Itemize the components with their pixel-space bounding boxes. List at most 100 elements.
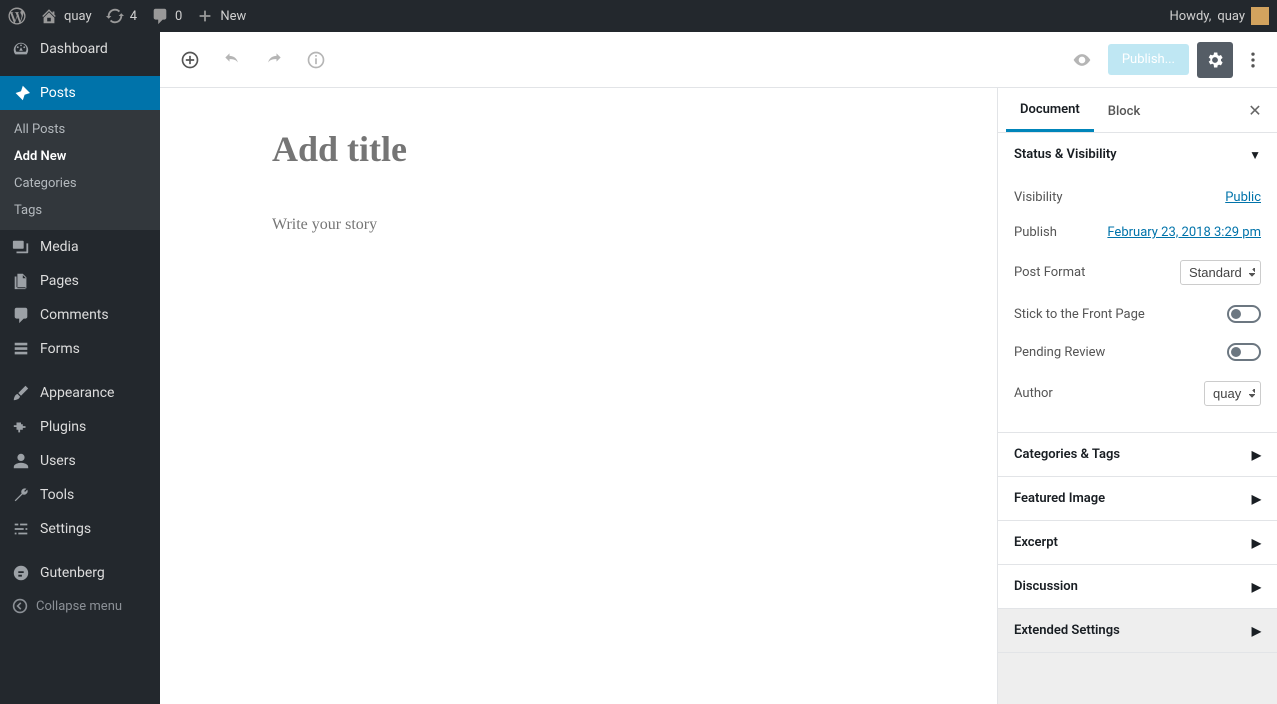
new-label: New [220,9,246,24]
sidebar-label: Users [40,453,76,469]
sidebar-label: Media [40,239,79,255]
gear-icon [1205,50,1225,70]
sidebar-item-pages[interactable]: Pages [0,264,160,298]
sidebar-item-plugins[interactable]: Plugins [0,410,160,444]
preview-button[interactable] [1064,42,1100,78]
comment-icon [12,306,30,324]
sidebar-label: Settings [40,521,91,537]
tab-block[interactable]: Block [1094,90,1154,131]
undo-icon [222,50,242,70]
close-inspector-button[interactable]: ✕ [1241,96,1269,124]
submenu-add-new[interactable]: Add New [0,143,160,170]
publish-date-value[interactable]: February 23, 2018 3:29 pm [1107,225,1261,240]
chevron-right-icon: ▶ [1252,624,1261,638]
tab-document[interactable]: Document [1006,88,1094,132]
collapse-menu[interactable]: Collapse menu [0,590,160,622]
settings-toggle-button[interactable] [1197,42,1233,78]
post-format-label: Post Format [1014,265,1085,280]
panel-header-discussion[interactable]: Discussion ▶ [998,565,1277,608]
howdy[interactable]: Howdy, quay [1169,7,1269,25]
comments-bar[interactable]: 0 [151,7,182,25]
more-menu-button[interactable] [1241,42,1265,78]
sidebar-item-tools[interactable]: Tools [0,478,160,512]
comment-icon [151,7,169,25]
panel-header-excerpt[interactable]: Excerpt ▶ [998,521,1277,564]
panel-extended-settings: Extended Settings ▶ [998,609,1277,653]
panel-categories-tags: Categories & Tags ▶ [998,433,1277,477]
sidebar-item-gutenberg[interactable]: Gutenberg [0,556,160,590]
add-block-button[interactable] [172,42,208,78]
gutenberg-icon [12,564,30,582]
sidebar-item-appearance[interactable]: Appearance [0,376,160,410]
panel-title: Featured Image [1014,491,1105,506]
updates[interactable]: 4 [106,7,137,25]
avatar [1251,7,1269,25]
site-name[interactable]: quay [40,7,92,25]
panel-header-status[interactable]: Status & Visibility ▼ [998,133,1277,176]
admin-sidebar: Dashboard Posts All Posts Add New Catego… [0,32,160,704]
inspector-tabs: Document Block ✕ [998,88,1277,133]
sidebar-item-forms[interactable]: Forms [0,332,160,366]
wrench-icon [12,486,30,504]
sliders-icon [12,520,30,538]
sidebar-item-media[interactable]: Media [0,230,160,264]
collapse-label: Collapse menu [36,599,122,614]
panel-title: Status & Visibility [1014,147,1117,162]
submenu-categories[interactable]: Categories [0,170,160,197]
info-button[interactable] [298,42,334,78]
post-body-input[interactable] [272,216,912,234]
media-icon [12,238,30,256]
inspector-panel: Document Block ✕ Status & Visibility ▼ V… [997,88,1277,704]
editor-toolbar: Publish... [160,32,1277,88]
author-select[interactable]: quay [1204,381,1261,406]
inspector-empty-area [998,653,1277,704]
sidebar-item-users[interactable]: Users [0,444,160,478]
pin-icon [12,84,30,102]
refresh-icon [106,7,124,25]
chevron-right-icon: ▶ [1252,580,1261,594]
publish-button[interactable]: Publish... [1108,44,1189,75]
sidebar-item-settings[interactable]: Settings [0,512,160,546]
undo-button[interactable] [214,42,250,78]
sidebar-label: Tools [40,487,74,503]
visibility-value[interactable]: Public [1225,190,1261,205]
post-format-select[interactable]: Standard [1180,260,1261,285]
more-vertical-icon [1243,50,1263,70]
collapse-icon [12,598,28,614]
panel-featured-image: Featured Image ▶ [998,477,1277,521]
chevron-right-icon: ▶ [1252,448,1261,462]
panel-status-visibility: Status & Visibility ▼ Visibility Public … [998,133,1277,433]
redo-button[interactable] [256,42,292,78]
panel-title: Excerpt [1014,535,1058,550]
user-icon [12,452,30,470]
plus-icon [196,7,214,25]
sidebar-label: Posts [40,85,76,101]
post-title-input[interactable] [272,128,912,170]
sidebar-label: Forms [40,341,80,357]
submenu-tags[interactable]: Tags [0,197,160,224]
redo-icon [264,50,284,70]
panel-header-featured[interactable]: Featured Image ▶ [998,477,1277,520]
sidebar-item-dashboard[interactable]: Dashboard [0,32,160,66]
submenu-all-posts[interactable]: All Posts [0,116,160,143]
sidebar-label: Gutenberg [40,565,105,581]
plugin-icon [12,418,30,436]
new-content[interactable]: New [196,7,246,25]
pending-review-label: Pending Review [1014,345,1105,360]
stick-front-toggle[interactable] [1227,305,1261,323]
sidebar-item-comments[interactable]: Comments [0,298,160,332]
pending-review-toggle[interactable] [1227,343,1261,361]
chevron-down-icon: ▼ [1249,148,1261,162]
forms-icon [12,340,30,358]
visibility-label: Visibility [1014,190,1063,205]
site-name-label: quay [64,9,92,24]
wp-logo[interactable] [8,7,26,25]
sidebar-item-posts[interactable]: Posts [0,76,160,110]
eye-icon [1072,50,1092,70]
panel-excerpt: Excerpt ▶ [998,521,1277,565]
panel-title: Extended Settings [1014,623,1120,638]
panel-header-extended[interactable]: Extended Settings ▶ [998,609,1277,652]
panel-title: Categories & Tags [1014,447,1120,462]
panel-header-categories[interactable]: Categories & Tags ▶ [998,433,1277,476]
sidebar-label: Dashboard [40,41,108,57]
